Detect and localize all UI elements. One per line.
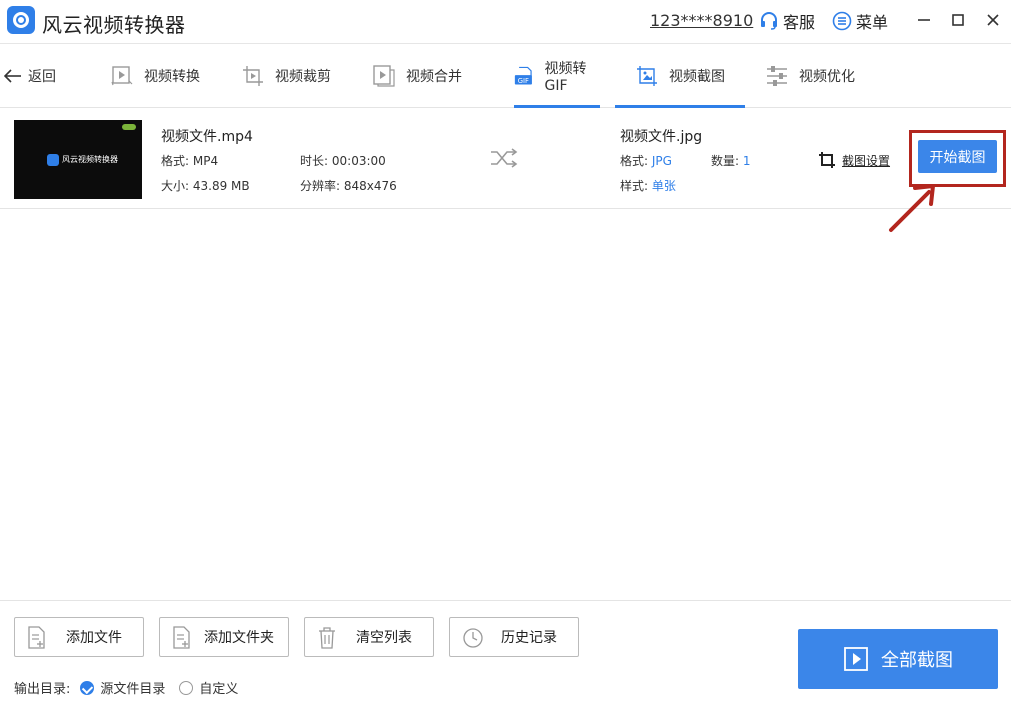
shuffle-icon xyxy=(490,148,518,172)
tab-video-trim[interactable]: 视频裁剪 xyxy=(241,44,331,108)
source-duration: 时长: 00:03:00 xyxy=(300,154,386,168)
output-count: 数量: 1 xyxy=(711,154,751,168)
tab-video-optimize[interactable]: 视频优化 xyxy=(765,44,855,108)
menu-icon xyxy=(832,11,852,31)
video-trim-icon xyxy=(243,66,263,86)
close-icon xyxy=(987,14,999,26)
tab-label: 视频转换 xyxy=(144,69,200,85)
tab-label: 视频优化 xyxy=(799,69,855,85)
radio-label: 自定义 xyxy=(199,682,239,697)
source-file-name: 视频文件.mp4 xyxy=(161,129,253,145)
output-format: 格式: JPG xyxy=(620,154,672,168)
back-button[interactable]: 返回 xyxy=(4,66,56,86)
back-label: 返回 xyxy=(28,69,56,85)
app-title: 风云视频转换器 xyxy=(42,13,186,37)
add-folder-button[interactable]: 添加文件夹 xyxy=(159,617,289,657)
thumb-text: 风云视频转换器 xyxy=(62,155,118,164)
radio-checked-icon xyxy=(80,680,95,695)
footer-toolbar: 添加文件 添加文件夹 清空列表 历史记录 输出目录: 源文件目录 自定义 全部截… xyxy=(0,600,1011,709)
customer-service-label: 客服 xyxy=(783,13,816,32)
output-file-name: 视频文件.jpg xyxy=(620,129,703,145)
clear-list-label: 清空列表 xyxy=(356,630,412,646)
video-convert-icon xyxy=(111,66,133,86)
tab-label: 视频裁剪 xyxy=(275,69,331,85)
headset-icon xyxy=(761,12,777,30)
history-button[interactable]: 历史记录 xyxy=(449,617,579,657)
output-directory: 输出目录: 源文件目录 自定义 xyxy=(14,678,238,697)
source-resolution: 分辨率: 848x476 xyxy=(300,179,397,193)
tab-label: 视频截图 xyxy=(669,69,725,85)
menu-button[interactable]: 菜单 xyxy=(832,10,888,32)
customer-service-button[interactable]: 客服 xyxy=(759,10,815,32)
video-merge-icon xyxy=(373,65,395,87)
radio-label: 源文件目录 xyxy=(100,682,166,697)
title-bar: 风云视频转换器 123****8910 客服 菜单 xyxy=(0,0,1011,44)
radio-source-dir[interactable]: 源文件目录 xyxy=(80,678,165,697)
file-list-item: 风云视频转换器 视频文件.mp4 格式: MP4 时长: 00:03:00 大小… xyxy=(0,108,1011,209)
minimize-icon xyxy=(918,19,930,21)
tab-label: 视频转GIF xyxy=(544,61,587,94)
capture-all-label: 全部截图 xyxy=(881,650,953,671)
clear-list-button[interactable]: 清空列表 xyxy=(304,617,434,657)
video-thumbnail: 风云视频转换器 xyxy=(14,120,142,199)
tab-video-screenshot[interactable]: 视频截图 xyxy=(615,44,745,108)
capture-all-button[interactable]: 全部截图 xyxy=(798,629,998,689)
back-arrow-icon xyxy=(4,69,21,83)
menu-label: 菜单 xyxy=(856,13,889,32)
history-label: 历史记录 xyxy=(501,630,557,646)
crop-settings-label: 截图设置 xyxy=(842,153,891,168)
output-style: 样式: 单张 xyxy=(620,179,676,193)
maximize-icon xyxy=(952,14,964,26)
add-file-button[interactable]: 添加文件 xyxy=(14,617,144,657)
add-file-label: 添加文件 xyxy=(66,630,122,646)
start-capture-button[interactable]: 开始截图 xyxy=(918,140,997,173)
svg-text:GIF: GIF xyxy=(518,77,529,85)
optimize-icon xyxy=(767,66,787,86)
play-icon xyxy=(844,647,868,671)
minimize-button[interactable] xyxy=(914,10,934,30)
source-format: 格式: MP4 xyxy=(161,154,219,168)
tab-video-merge[interactable]: 视频合并 xyxy=(372,44,462,108)
close-button[interactable] xyxy=(983,10,1003,30)
thumb-badge-icon xyxy=(122,124,136,130)
screenshot-icon xyxy=(637,66,657,86)
annotation-arrow-icon xyxy=(889,184,935,232)
tab-video-convert[interactable]: 视频转换 xyxy=(110,44,200,108)
output-dir-label: 输出目录: xyxy=(14,682,71,697)
thumb-logo-icon xyxy=(47,154,59,166)
tab-video-to-gif[interactable]: GIF 视频转GIF xyxy=(514,44,600,108)
crop-settings-button[interactable]: 截图设置 xyxy=(818,151,890,169)
gif-icon: GIF xyxy=(514,66,532,85)
radio-unchecked-icon xyxy=(179,680,194,695)
tab-label: 视频合并 xyxy=(406,69,462,85)
crop-icon xyxy=(819,152,835,168)
maximize-button[interactable] xyxy=(948,10,968,30)
add-folder-label: 添加文件夹 xyxy=(204,630,274,646)
account-link[interactable]: 123****8910 xyxy=(650,11,753,30)
function-nav: 返回 视频转换 视频裁剪 视频合并 GIF 视频转GIF 视频截图 视频优化 xyxy=(0,44,1011,108)
radio-custom-dir[interactable]: 自定义 xyxy=(179,678,238,697)
app-logo-icon xyxy=(7,6,35,34)
source-size: 大小: 43.89 MB xyxy=(161,179,250,193)
